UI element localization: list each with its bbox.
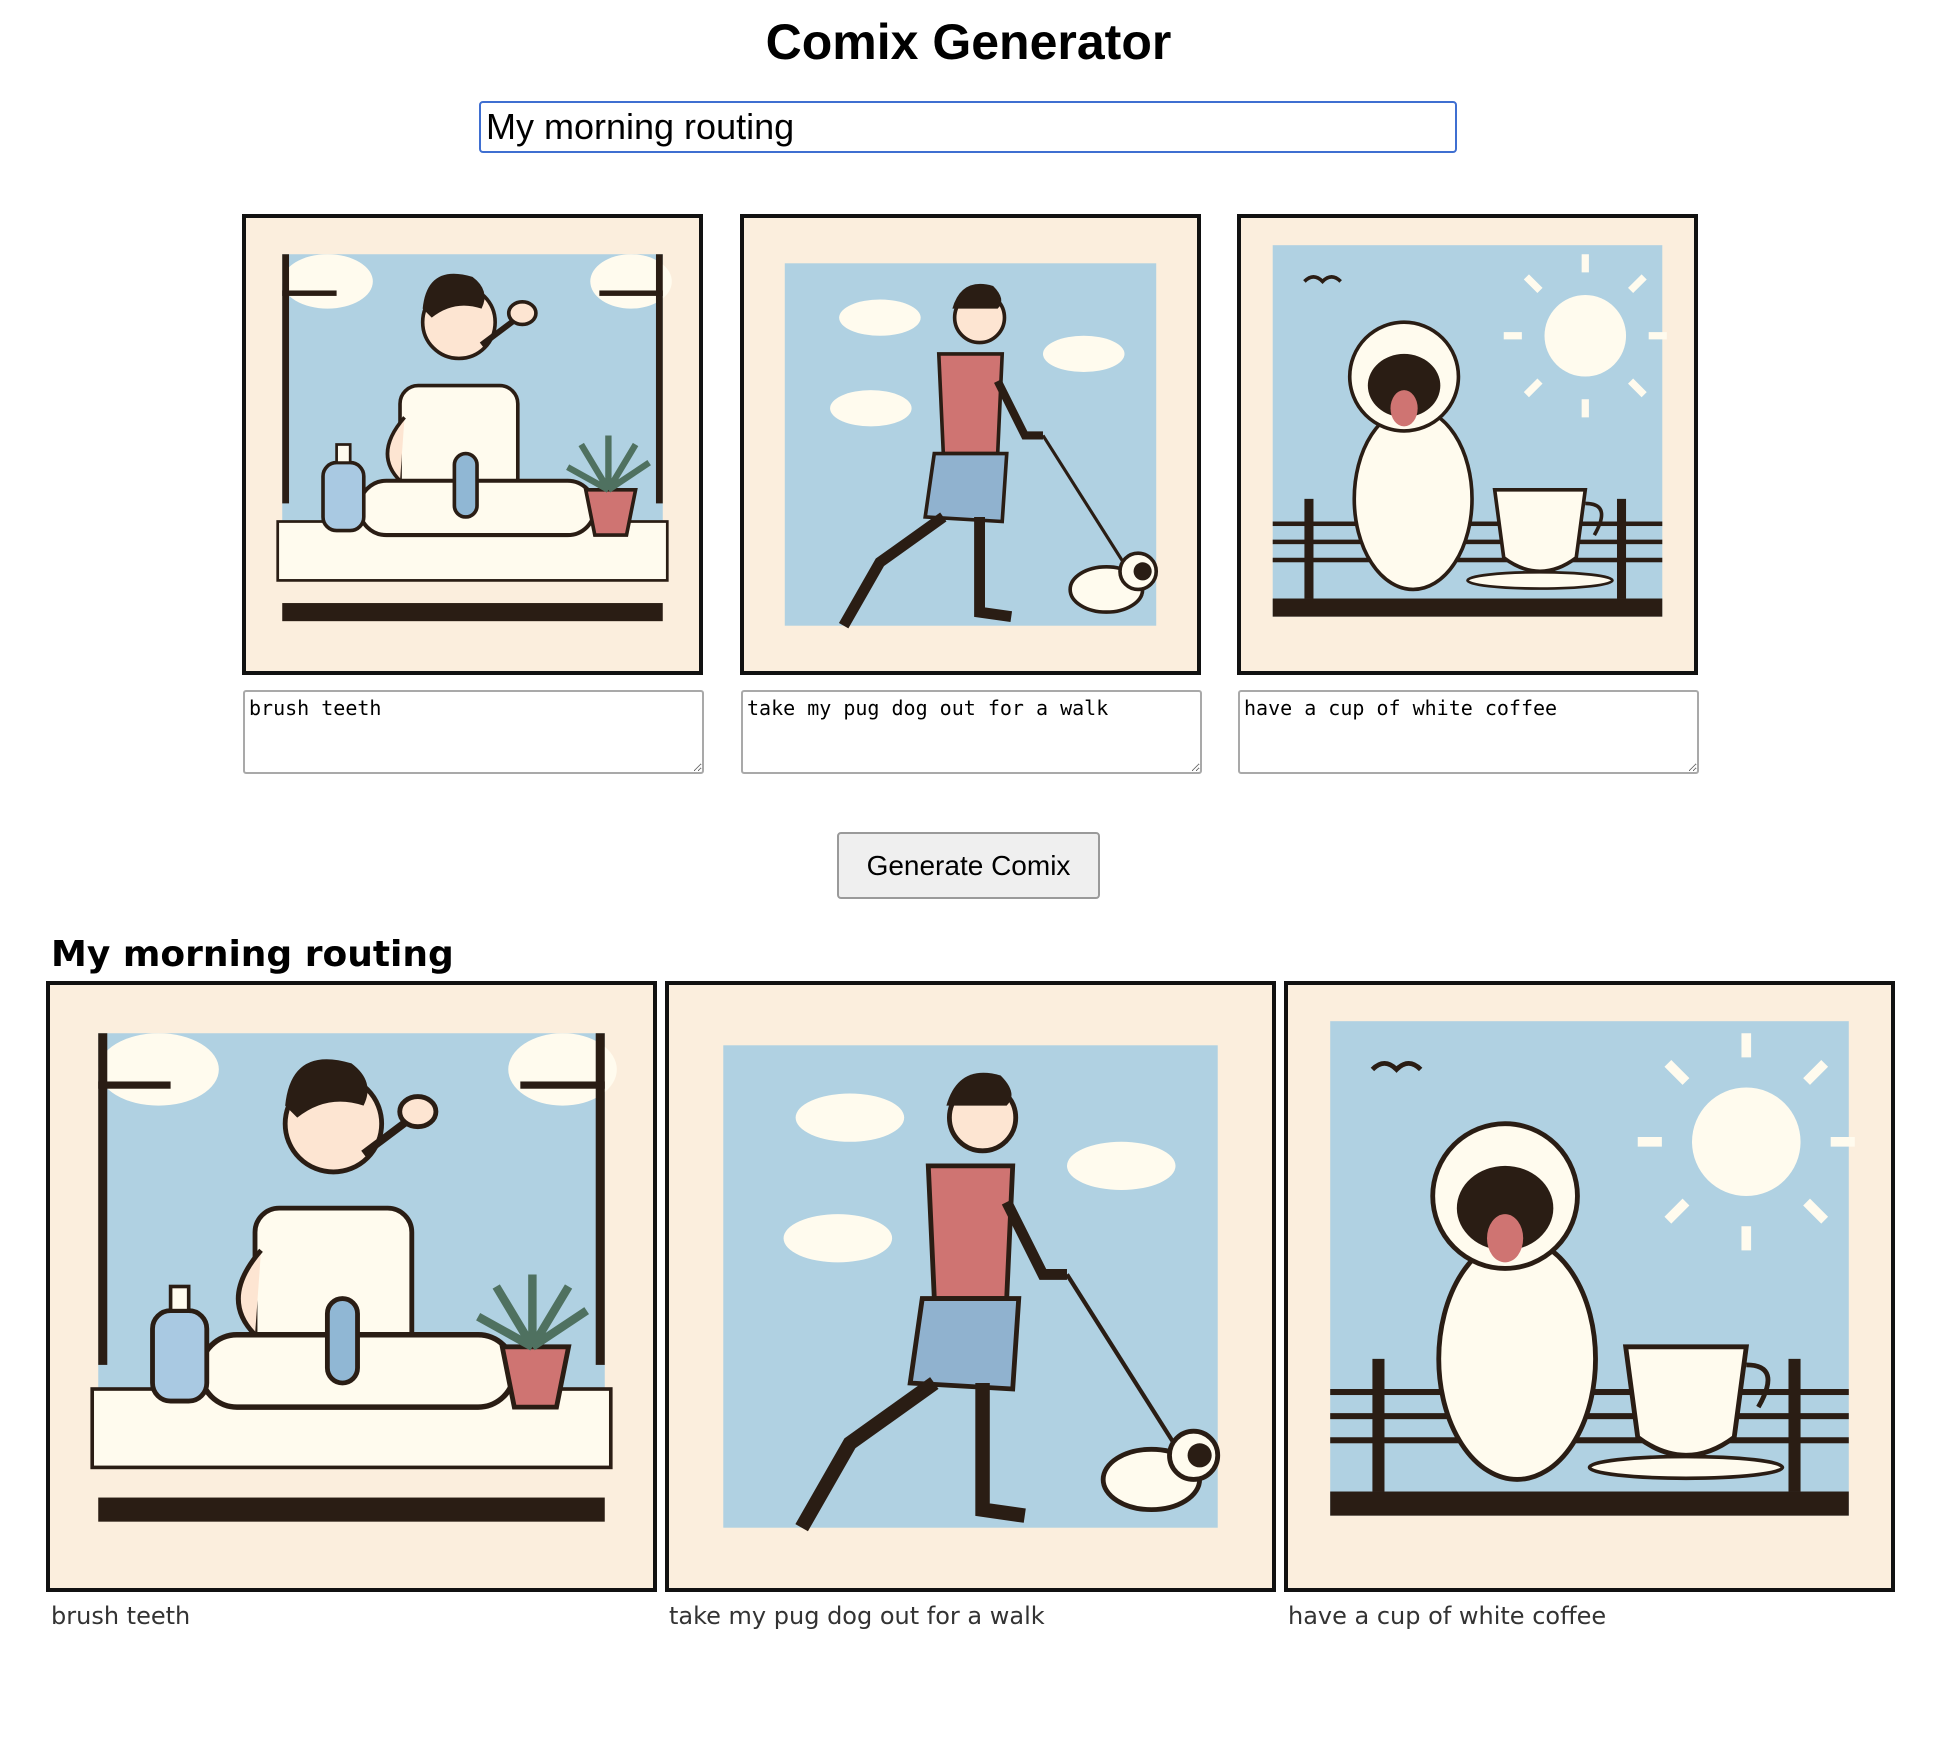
comic-caption-3: have a cup of white coffee	[1288, 1602, 1607, 1630]
comic-caption-2: take my pug dog out for a walk	[669, 1602, 1045, 1630]
comic-panel-1	[46, 981, 657, 1592]
comic-caption-1: brush teeth	[51, 1602, 191, 1630]
panel-2-description[interactable]: take my pug dog out for a walk	[741, 690, 1202, 774]
comic-panel-3	[1284, 981, 1895, 1592]
comic-title-input[interactable]	[479, 101, 1457, 153]
coffee-pug-illustration	[1288, 985, 1891, 1588]
brush-teeth-illustration	[50, 985, 653, 1588]
generate-comix-button[interactable]: Generate Comix	[837, 832, 1100, 899]
panel-1-description[interactable]: brush teeth	[243, 690, 704, 774]
editor-panel-3-image	[1237, 214, 1698, 675]
panel-3-description[interactable]: have a cup of white coffee	[1238, 690, 1699, 774]
coffee-pug-illustration	[1241, 218, 1694, 671]
editor-panel-1-image	[242, 214, 703, 675]
app-title: Comix Generator	[765, 14, 1172, 70]
brush-teeth-illustration	[246, 218, 699, 671]
dog-walk-illustration	[669, 985, 1272, 1588]
editor-panel-2-image	[740, 214, 1201, 675]
dog-walk-illustration	[744, 218, 1197, 671]
comic-title: My morning routing	[51, 934, 454, 975]
comic-panel-2	[665, 981, 1276, 1592]
